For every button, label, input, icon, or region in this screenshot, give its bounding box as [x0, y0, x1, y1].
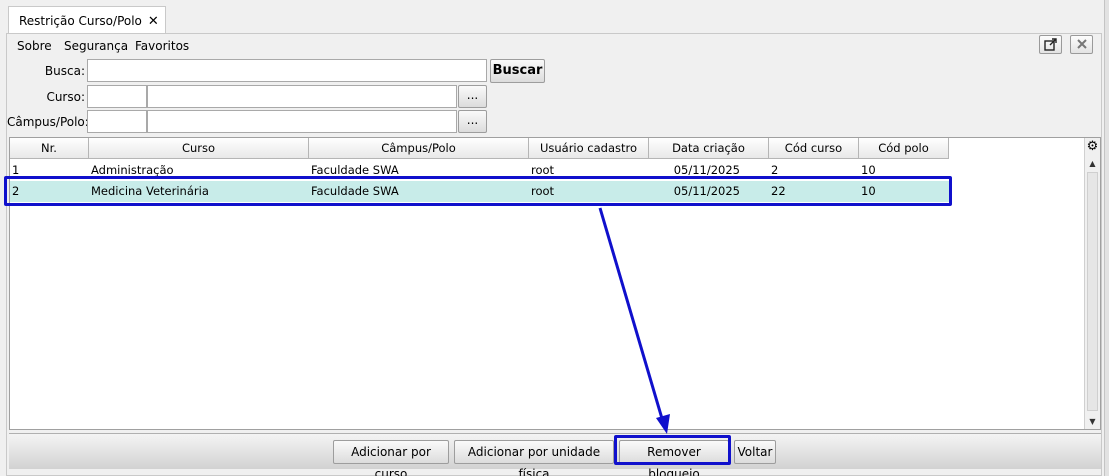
buscar-button[interactable]: Buscar [490, 59, 545, 83]
campus-code-input[interactable] [87, 110, 147, 133]
voltar-button[interactable]: Voltar [734, 440, 776, 464]
gear-icon[interactable]: ⚙ [1086, 140, 1099, 154]
curso-label: Curso: [46, 90, 85, 104]
cell-campus: Faculdade SWA [311, 163, 399, 177]
table-row-selected[interactable]: 2 Medicina Veterinária Faculdade SWA roo… [10, 181, 952, 202]
cell-campus: Faculdade SWA [311, 184, 399, 198]
cell-nr: 2 [12, 184, 20, 198]
close-panel-button[interactable] [1070, 35, 1093, 54]
close-icon [1076, 39, 1087, 49]
campus-label: Câmpus/Polo: [7, 115, 89, 129]
main-panel: Sobre Segurança Favoritos Busca: Buscar … [6, 33, 1102, 476]
cell-data: 05/11/2025 [673, 163, 740, 177]
cell-curso: Medicina Veterinária [91, 184, 209, 198]
column-header-usuario[interactable]: Usuário cadastro [529, 138, 649, 159]
table-row[interactable]: 1 Administração Faculdade SWA root 05/11… [10, 160, 952, 181]
adicionar-por-unidade-button[interactable]: Adicionar por unidade física [454, 440, 614, 476]
column-header-campus[interactable]: Câmpus/Polo [309, 138, 529, 159]
curso-code-input[interactable] [87, 85, 147, 108]
scroll-down-icon[interactable]: ▼ [1085, 414, 1100, 429]
curso-name-input[interactable] [147, 85, 457, 108]
tab-bar: Restrição Curso/Polo ✕ [0, 0, 1109, 35]
tab-close-icon[interactable]: ✕ [148, 14, 159, 29]
vertical-scrollbar[interactable]: ⚙ ▲ ▼ [1084, 138, 1100, 429]
campus-name-input[interactable] [147, 110, 457, 133]
campus-lookup-button[interactable]: ... [458, 110, 487, 133]
column-header-cod-polo[interactable]: Cód polo [859, 138, 949, 159]
tab-restricao-curso-polo[interactable]: Restrição Curso/Polo ✕ [8, 6, 166, 35]
remover-bloqueio-button[interactable]: Remover bloqueio [619, 440, 729, 476]
tab-title: Restrição Curso/Polo [19, 14, 142, 28]
cell-data: 05/11/2025 [673, 184, 740, 198]
cell-curso: Administração [91, 163, 174, 177]
scroll-up-icon[interactable]: ▲ [1085, 156, 1100, 171]
cell-usuario: root [531, 163, 555, 177]
menu-seguranca[interactable]: Segurança [64, 39, 128, 53]
menu-favoritos[interactable]: Favoritos [135, 39, 189, 53]
menu-bar: Sobre Segurança Favoritos [7, 34, 1101, 56]
popout-icon [1044, 38, 1057, 51]
action-bar: Adicionar por curso Adicionar por unidad… [9, 433, 1101, 476]
cell-cod-curso: 2 [771, 163, 779, 177]
cell-cod-polo: 10 [861, 184, 876, 198]
cell-usuario: root [531, 184, 555, 198]
curso-lookup-button[interactable]: ... [458, 85, 487, 108]
cell-nr: 1 [12, 163, 20, 177]
column-header-data[interactable]: Data criação [649, 138, 769, 159]
cell-cod-polo: 10 [861, 163, 876, 177]
cell-cod-curso: 22 [771, 184, 786, 198]
scrollbar-thumb[interactable] [1087, 172, 1098, 411]
busca-label: Busca: [44, 64, 85, 78]
menu-sobre[interactable]: Sobre [17, 39, 52, 53]
column-header-curso[interactable]: Curso [89, 138, 309, 159]
results-table: Nr. Curso Câmpus/Polo Usuário cadastro D… [9, 137, 1101, 430]
window-edge [1104, 0, 1109, 476]
column-header-nr[interactable]: Nr. [10, 138, 89, 159]
adicionar-por-curso-button[interactable]: Adicionar por curso [333, 440, 449, 476]
column-header-cod-curso[interactable]: Cód curso [769, 138, 859, 159]
popout-button[interactable] [1039, 35, 1062, 54]
busca-input[interactable] [87, 59, 487, 82]
